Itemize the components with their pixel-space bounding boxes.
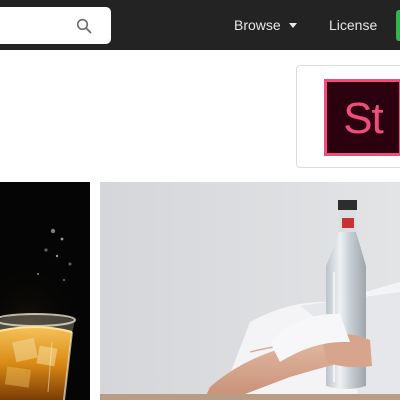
- license-link[interactable]: License: [329, 0, 377, 50]
- browse-menu-button[interactable]: Browse: [234, 0, 297, 50]
- browse-label: Browse: [234, 17, 281, 33]
- image-tile-man-with-bottle[interactable]: [100, 182, 400, 400]
- stock-logo-text: St: [343, 93, 384, 143]
- stock-logo-card[interactable]: St: [296, 65, 400, 168]
- adobe-stock-logo: St: [324, 79, 400, 156]
- search-box[interactable]: [0, 7, 111, 44]
- caret-down-icon: [288, 22, 297, 28]
- whiskey-glass-image: [0, 182, 90, 400]
- search-input[interactable]: [0, 7, 85, 44]
- search-icon[interactable]: [76, 18, 92, 34]
- man-with-bottle-image: [100, 182, 400, 400]
- image-tile-whiskey-glass[interactable]: [0, 182, 90, 400]
- green-action-button[interactable]: [396, 10, 400, 41]
- top-navigation-bar: Browse License: [0, 0, 400, 50]
- license-label: License: [329, 17, 378, 33]
